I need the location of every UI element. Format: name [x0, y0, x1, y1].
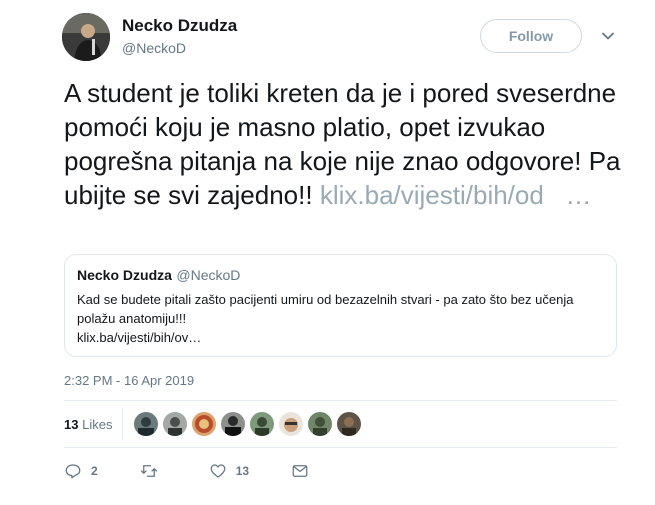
- quoted-tweet-header: Necko Dzudza @NeckoD: [77, 267, 604, 285]
- author-avatar[interactable]: [62, 13, 110, 61]
- likes-count[interactable]: 13 Likes: [64, 417, 112, 432]
- reply-icon: [65, 464, 81, 479]
- like-count: 13: [235, 464, 250, 478]
- heart-icon: [210, 464, 226, 478]
- tweet-actions: 2 13: [64, 462, 351, 480]
- divider: [64, 447, 617, 448]
- liker-avatar[interactable]: [192, 412, 216, 436]
- tweet-timestamp[interactable]: 2:32 PM - 16 Apr 2019: [64, 373, 194, 388]
- envelope-icon: [292, 465, 308, 477]
- liker-avatar[interactable]: [134, 412, 158, 436]
- quoted-tweet[interactable]: Necko Dzudza @NeckoD Kad se budete pital…: [64, 254, 617, 357]
- follow-button[interactable]: Follow: [480, 19, 582, 53]
- like-button[interactable]: 13: [209, 462, 249, 480]
- retweet-icon: [140, 465, 157, 477]
- quoted-author-name: Necko Dzudza: [77, 267, 172, 283]
- tweet-link[interactable]: klix.ba/vijesti/bih/od …: [320, 180, 592, 210]
- quoted-author-handle: @NeckoD: [176, 267, 241, 283]
- liker-avatar[interactable]: [279, 412, 303, 436]
- liker-avatar[interactable]: [250, 412, 274, 436]
- quoted-tweet-text: Kad se budete pitali zašto pacijenti umi…: [77, 292, 574, 326]
- retweet-button[interactable]: [140, 462, 167, 480]
- author-handle[interactable]: @NeckoD: [122, 40, 186, 56]
- avatar-image: [62, 13, 110, 61]
- quoted-tweet-link[interactable]: klix.ba/vijesti/bih/ov…: [77, 328, 604, 347]
- chevron-down-icon[interactable]: [600, 28, 616, 44]
- liker-avatar[interactable]: [163, 412, 187, 436]
- tweet-text: A student je toliki kreten da je i pored…: [64, 76, 624, 212]
- reply-button[interactable]: 2: [64, 462, 98, 480]
- liker-avatar[interactable]: [308, 412, 332, 436]
- divider: [64, 400, 617, 401]
- likers-avatars: [134, 412, 361, 436]
- divider: [122, 408, 123, 440]
- reply-count: 2: [91, 464, 98, 478]
- liker-avatar[interactable]: [337, 412, 361, 436]
- author-name[interactable]: Necko Dzudza: [122, 16, 237, 36]
- direct-message-button[interactable]: [291, 462, 309, 480]
- liker-avatar[interactable]: [221, 412, 245, 436]
